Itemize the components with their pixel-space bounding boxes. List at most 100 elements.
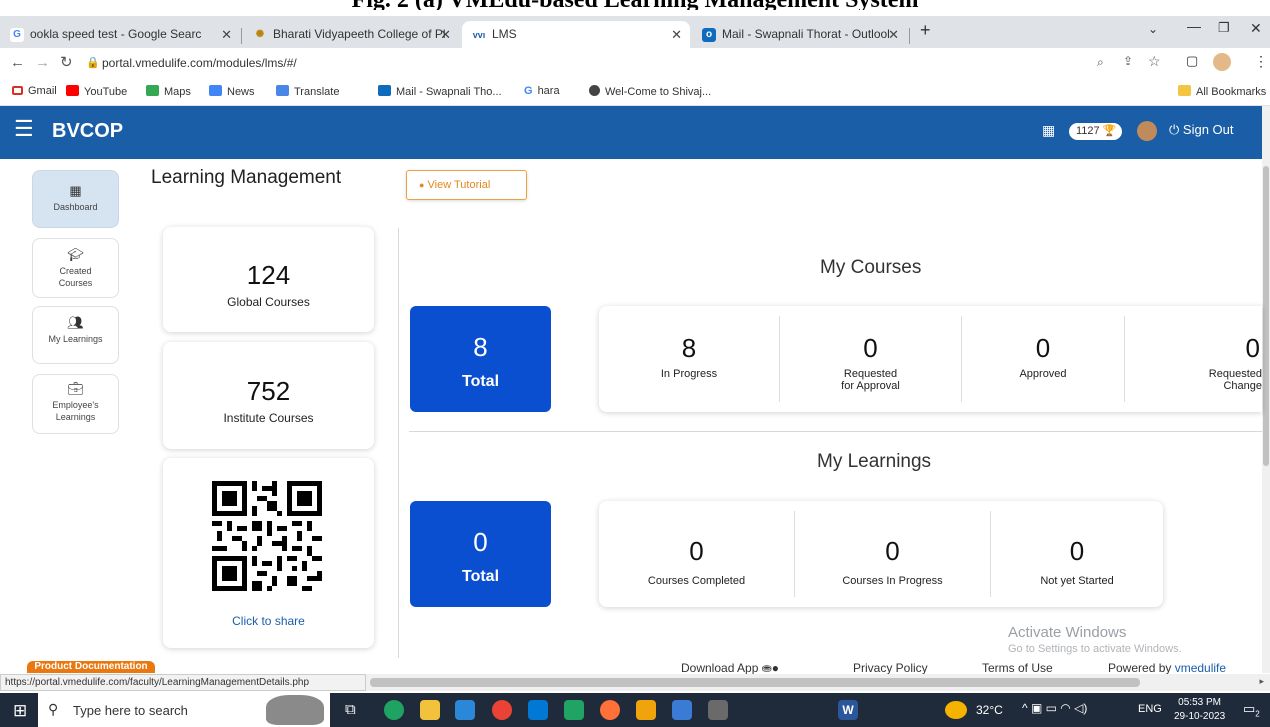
document-title: Fig. 2 (a) VMEdu-based Learning Manageme… <box>0 0 1270 10</box>
share-icon[interactable]: ⇪ <box>1123 54 1133 68</box>
institute-courses-label: Institute Courses <box>223 411 314 425</box>
apps-grid-icon[interactable]: ▦ <box>1042 123 1055 137</box>
stat-requested-approval[interactable]: 0 Requested for Approval <box>780 306 961 412</box>
taskbar-search-box[interactable]: ⚲ Type here to search <box>38 693 330 727</box>
back-icon[interactable]: ← <box>10 54 25 71</box>
graduation-cap-icon: 🎓︎ <box>67 247 84 262</box>
sidepanel-icon[interactable]: ▢ <box>1186 53 1198 69</box>
stat-not-yet-started[interactable]: 0 Not yet Started <box>991 501 1163 607</box>
sign-out-button[interactable]: ⏻ Sign Out <box>1169 122 1234 138</box>
tab-search-icon[interactable]: ⌄ <box>1148 22 1158 36</box>
my-courses-total-label: Total <box>461 373 500 390</box>
stat-requested-change[interactable]: 0 Requested Change <box>1125 306 1262 412</box>
bookmark-translate[interactable]: Translate <box>276 85 339 98</box>
activate-windows-subtitle: Go to Settings to activate Windows. <box>1008 643 1182 655</box>
users-icon: 👥︎ <box>67 315 84 330</box>
reload-icon[interactable]: ↻ <box>60 53 73 71</box>
user-avatar[interactable] <box>1137 121 1157 141</box>
browser-tab-active[interactable]: vvı LMS ✕ <box>462 21 690 48</box>
close-tab-icon[interactable]: ✕ <box>888 21 899 48</box>
sidebar-item-created-courses[interactable]: 🎓︎ Created Courses <box>32 238 119 298</box>
page-footer: Product Documentation Download App ⛂● Pr… <box>0 656 1262 675</box>
chrome-icon[interactable] <box>492 700 512 720</box>
notification-icon[interactable]: ▭2 <box>1243 701 1260 719</box>
browser-tab-bar: G ookla speed test - Google Searc ✕ ✺ Bh… <box>0 16 1270 48</box>
bookmark-news[interactable]: News <box>209 85 255 98</box>
bookmark-maps[interactable]: Maps <box>146 85 191 98</box>
sidebar-item-dashboard[interactable]: ▦ Dashboard <box>32 170 119 228</box>
profile-avatar[interactable] <box>1213 53 1231 71</box>
bharati-icon: ✺ <box>255 29 265 40</box>
trophy-icon: 🏆 <box>1102 125 1117 137</box>
powered-by: Powered by vmedulife <box>1108 661 1227 675</box>
bookmark-hara[interactable]: Ghara <box>524 85 560 97</box>
new-tab-icon[interactable]: + <box>920 20 931 41</box>
stat-approved[interactable]: 0 Approved <box>962 306 1124 412</box>
my-learnings-total-card[interactable]: 0 Total <box>410 501 551 607</box>
hamburger-menu-icon[interactable]: ☰ <box>14 118 34 140</box>
temperature[interactable]: 32°C <box>976 703 1003 717</box>
browser-tab[interactable]: o Mail - Swapnali Thorat - Outlool ✕ <box>692 21 907 48</box>
privacy-policy-link[interactable]: Privacy Policy <box>853 661 928 675</box>
my-learnings-total-label: Total <box>461 568 500 585</box>
windows-start-icon[interactable]: ⊞ <box>13 701 27 721</box>
tray-icons[interactable]: ^ ▣ ▭ ◠ ◁) <box>1022 701 1087 715</box>
global-courses-card[interactable]: 124 Global Courses <box>163 227 374 332</box>
bookmark-mail[interactable]: Mail - Swapnali Tho... <box>378 85 502 98</box>
clock[interactable]: 05:53 PM 29-10-2023 <box>1174 696 1225 724</box>
minimize-icon[interactable]: — <box>1187 18 1201 34</box>
forward-icon[interactable]: → <box>35 54 50 71</box>
my-learnings-total-value: 0 <box>473 527 488 557</box>
my-courses-total-card[interactable]: 8 Total <box>410 306 551 412</box>
view-tutorial-button[interactable]: ● View Tutorial <box>406 170 527 200</box>
restore-icon[interactable]: ❐ <box>1218 20 1230 36</box>
terms-link[interactable]: Terms of Use <box>982 661 1053 675</box>
browser-tab[interactable]: ✺ Bharati Vidyapeeth College of Pl ✕ <box>243 21 459 48</box>
photos-icon[interactable] <box>672 700 692 720</box>
bookmark-star-icon[interactable]: ☆ <box>1148 53 1161 70</box>
close-tab-icon[interactable]: ✕ <box>440 21 451 48</box>
horizontal-scrollbar[interactable]: ▸ <box>366 674 1270 691</box>
drive-icon[interactable] <box>564 700 584 720</box>
bookmark-youtube[interactable]: YouTube <box>66 85 127 98</box>
mail-icon[interactable] <box>528 700 548 720</box>
close-tab-icon[interactable]: ✕ <box>221 21 232 48</box>
language-indicator[interactable]: ENG <box>1138 703 1162 715</box>
paint-icon[interactable] <box>708 700 728 720</box>
product-documentation-button[interactable]: Product Documentation <box>27 661 155 673</box>
menu-icon[interactable]: ⋮ <box>1254 53 1268 70</box>
all-bookmarks[interactable]: All Bookmarks <box>1178 85 1266 98</box>
weather-icon[interactable] <box>945 701 967 719</box>
browser-tab[interactable]: G ookla speed test - Google Searc ✕ <box>0 21 240 48</box>
play-icon: ● <box>419 180 425 190</box>
bookmark-shivaji[interactable]: Wel-Come to Shivaj... <box>589 85 711 98</box>
sidebar-item-my-learnings[interactable]: 👥︎ My Learnings <box>32 306 119 364</box>
stat-courses-completed[interactable]: 0 Courses Completed <box>599 501 794 607</box>
stat-courses-in-progress[interactable]: 0 Courses In Progress <box>795 501 990 607</box>
points-badge[interactable]: 1127 🏆 <box>1069 123 1122 140</box>
firefox-icon[interactable] <box>600 700 620 720</box>
zoom-icon[interactable]: ⌕ <box>1097 55 1104 70</box>
close-tab-icon[interactable]: ✕ <box>671 21 682 48</box>
section-divider <box>409 431 1262 432</box>
edge-icon[interactable] <box>384 700 404 720</box>
vertical-scrollbar[interactable] <box>1262 106 1270 673</box>
share-qr-card[interactable]: Click to share <box>163 458 374 648</box>
apple-icon: ● <box>771 661 780 675</box>
app-icon[interactable] <box>636 700 656 720</box>
download-app-link[interactable]: Download App ⛂● <box>681 661 779 675</box>
word-icon[interactable]: W <box>838 700 858 720</box>
institute-courses-card[interactable]: 752 Institute Courses <box>163 342 374 449</box>
bookmark-gmail[interactable]: Gmail <box>12 85 57 97</box>
file-explorer-icon[interactable] <box>420 700 440 720</box>
my-courses-total-value: 8 <box>473 332 488 362</box>
url-bar[interactable]: 🔒 portal.vmedulife.com/modules/lms/#/ <box>84 51 1084 75</box>
click-to-share-link[interactable]: Click to share <box>163 614 374 628</box>
store-icon[interactable] <box>455 700 475 720</box>
task-view-icon[interactable]: ⧉ <box>345 701 356 718</box>
app-header: ☰ BVCOP ▦ 1127 🏆 ⏻ Sign Out <box>0 106 1262 159</box>
stat-in-progress[interactable]: 8 In Progress <box>599 306 779 412</box>
close-window-icon[interactable]: ✕ <box>1250 20 1262 37</box>
sidebar-item-employees-learnings[interactable]: 💼︎ Employee's Learnings <box>32 374 119 434</box>
brand-name: BVCOP <box>52 120 124 142</box>
